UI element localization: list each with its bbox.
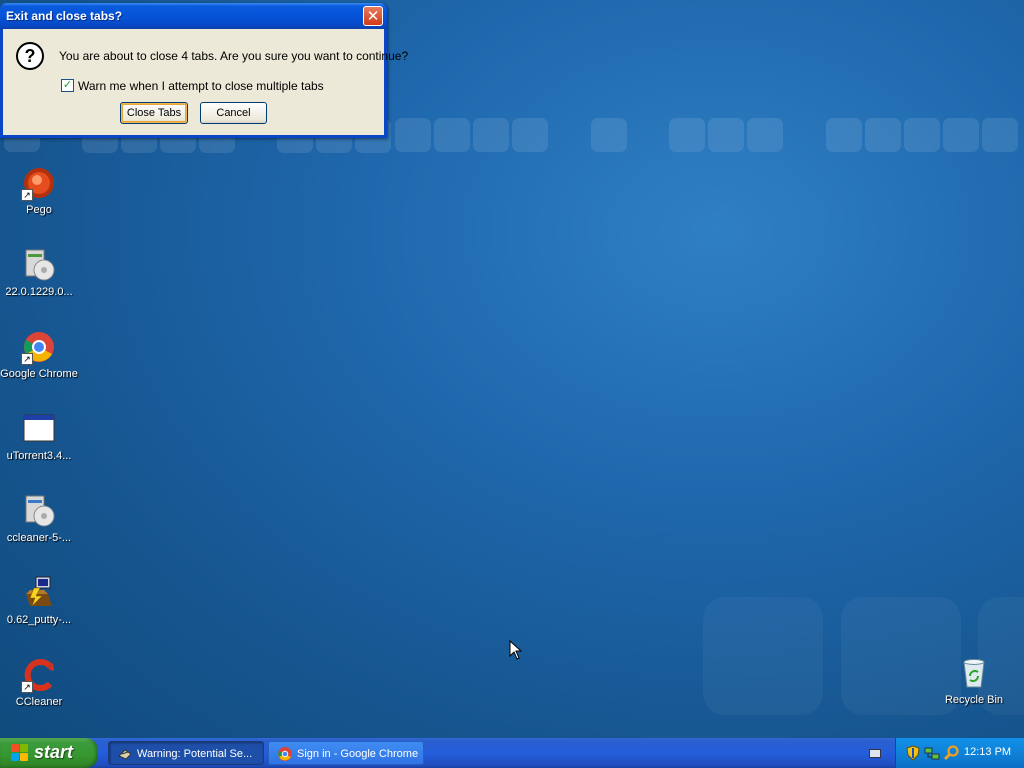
desktop-icon-ccleaner[interactable]: ↗ CCleaner xyxy=(0,658,78,708)
desktop-icon-ccleaner-installer[interactable]: ccleaner-5-... xyxy=(0,494,78,544)
close-icon: ✕ xyxy=(366,8,380,25)
taskbar-button-label: Warning: Potential Se... xyxy=(137,748,253,760)
start-button[interactable]: start xyxy=(0,738,98,768)
windows-flag-icon xyxy=(11,744,29,762)
desktop-icon-pego[interactable]: ↗ Pego xyxy=(0,166,78,216)
desktop-icon-label: Recycle Bin xyxy=(944,694,1004,706)
desktop-icon-label: 0.62_putty-... xyxy=(6,614,72,626)
dialog-body: ? You are about to close 4 tabs. Are you… xyxy=(3,29,408,135)
mouse-cursor-icon xyxy=(509,640,523,660)
keyboard-icon[interactable] xyxy=(869,749,881,758)
dialog-title: Exit and close tabs? xyxy=(6,9,123,23)
dialog-message: You are about to close 4 tabs. Are you s… xyxy=(59,49,409,63)
desktop-icon-utorrent[interactable]: uTorrent3.4... xyxy=(0,412,78,462)
desktop-icon-label: uTorrent3.4... xyxy=(6,450,72,462)
warn-multiple-tabs-checkbox[interactable]: ✓ xyxy=(61,79,74,92)
security-shield-icon[interactable] xyxy=(906,745,920,761)
chrome-icon xyxy=(278,747,292,761)
close-tabs-button[interactable]: Close Tabs xyxy=(120,102,188,124)
question-icon: ? xyxy=(16,42,44,70)
desktop-icon-recycle-bin[interactable]: Recycle Bin xyxy=(935,656,1013,706)
desktop-icon-installer-22[interactable]: 22.0.1229.0... xyxy=(0,248,78,298)
installer-disc-icon xyxy=(22,494,56,528)
clock[interactable]: 12:13 PM xyxy=(964,746,1011,758)
pego-icon: ↗ xyxy=(21,166,56,201)
exit-close-tabs-dialog: Exit and close tabs? ✕ ? You are about t… xyxy=(0,3,408,138)
search-icon[interactable] xyxy=(943,745,959,761)
taskbar: start Warning: Potential Se... Sign in -… xyxy=(0,738,1024,768)
desktop-icon-label: ccleaner-5-... xyxy=(6,532,72,544)
chrome-icon: ↗ xyxy=(21,330,56,365)
desktop-icon-label: Google Chrome xyxy=(0,368,78,380)
cancel-button[interactable]: Cancel xyxy=(200,102,267,124)
desktop-icon-label: Pego xyxy=(26,204,52,216)
taskbar-button-label: Sign in - Google Chrome xyxy=(297,748,419,760)
desktop-icon-putty[interactable]: 0.62_putty-... xyxy=(0,576,78,626)
taskbar-button-chrome[interactable]: Sign in - Google Chrome xyxy=(268,741,424,765)
network-icon[interactable] xyxy=(924,745,940,761)
window-app-icon xyxy=(22,412,56,446)
recycle-bin-icon xyxy=(957,656,991,690)
warn-multiple-tabs-label[interactable]: Warn me when I attempt to close multiple… xyxy=(78,79,324,93)
installer-disc-icon xyxy=(22,248,56,282)
desktop-icon-google-chrome[interactable]: ↗ Google Chrome xyxy=(0,330,78,380)
system-tray: 12:13 PM xyxy=(895,738,1024,768)
dialog-titlebar[interactable]: Exit and close tabs? ✕ xyxy=(0,3,387,29)
start-label: start xyxy=(34,742,74,762)
warning-icon xyxy=(118,749,132,760)
putty-icon xyxy=(22,576,56,610)
desktop-icon-label: 22.0.1229.0... xyxy=(5,286,73,298)
ccleaner-icon: ↗ xyxy=(21,658,56,693)
dialog-close-button[interactable]: ✕ xyxy=(363,6,383,26)
taskbar-button-warning[interactable]: Warning: Potential Se... xyxy=(108,741,264,765)
desktop-icon-label: CCleaner xyxy=(15,696,63,708)
